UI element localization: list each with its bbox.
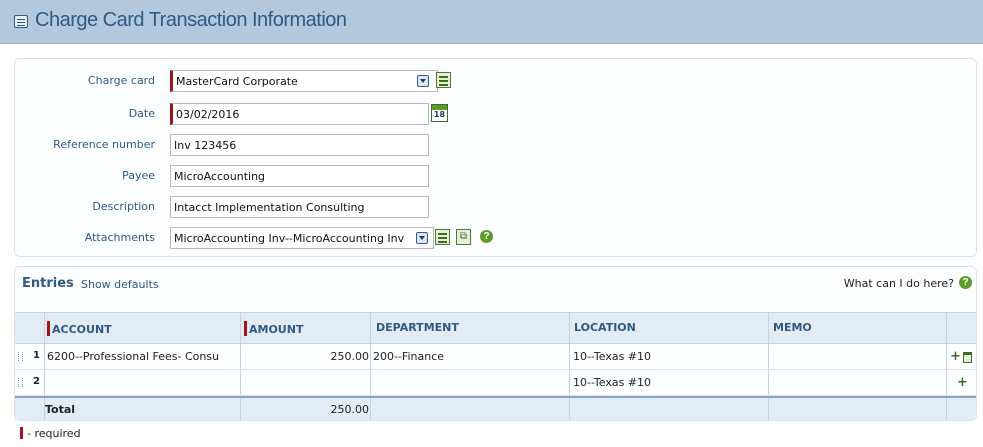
memo-cell[interactable] bbox=[769, 370, 947, 395]
chevron-down-icon[interactable] bbox=[417, 75, 429, 87]
total-row: Total 250.00 bbox=[15, 396, 976, 420]
memo-cell[interactable] bbox=[769, 344, 947, 369]
add-row-icon[interactable]: + bbox=[950, 350, 961, 363]
column-account: ACCOUNT bbox=[45, 313, 241, 343]
payee-input[interactable]: MicroAccounting bbox=[170, 165, 429, 187]
transaction-form: Charge card MasterCard Corporate Date 03… bbox=[14, 58, 977, 257]
entries-title: Entries bbox=[22, 276, 74, 291]
total-label: Total bbox=[45, 398, 241, 420]
column-location: LOCATION bbox=[570, 313, 769, 343]
description-label: Description bbox=[92, 200, 155, 213]
list-icon[interactable] bbox=[435, 229, 450, 245]
column-amount: AMOUNT bbox=[241, 313, 371, 343]
description-input[interactable]: Intacct Implementation Consulting bbox=[170, 196, 429, 218]
amount-cell[interactable] bbox=[241, 370, 371, 395]
add-row-icon[interactable]: + bbox=[957, 376, 968, 389]
reference-number-input[interactable]: Inv 123456 bbox=[170, 134, 429, 156]
payee-row: Payee MicroAccounting bbox=[15, 163, 975, 187]
required-legend: - required bbox=[20, 427, 81, 440]
table-row: 1 6200--Professional Fees- Consu 250.00 … bbox=[15, 344, 976, 370]
charge-card-row: Charge card MasterCard Corporate bbox=[15, 68, 975, 92]
drag-handle-icon[interactable] bbox=[18, 378, 23, 387]
date-label: Date bbox=[128, 107, 155, 120]
show-defaults-link[interactable]: Show defaults bbox=[81, 278, 159, 291]
reference-number-label: Reference number bbox=[53, 138, 155, 151]
date-row: Date 03/02/2016 18 bbox=[15, 101, 975, 125]
row-number: 2 bbox=[33, 376, 40, 387]
column-department: DEPARTMENT bbox=[371, 313, 570, 343]
account-cell[interactable]: 6200--Professional Fees- Consu bbox=[45, 344, 241, 369]
page-header: Charge Card Transaction Information bbox=[0, 0, 983, 44]
what-can-i-do-link[interactable]: What can I do here? bbox=[844, 277, 954, 290]
location-cell[interactable]: 10--Texas #10 bbox=[570, 370, 769, 395]
trash-icon[interactable] bbox=[963, 352, 972, 363]
grid-header: ACCOUNT AMOUNT DEPARTMENT LOCATION MEMO bbox=[15, 313, 976, 344]
table-row: 2 10--Texas #10 + bbox=[15, 370, 976, 396]
payee-label: Payee bbox=[122, 169, 155, 182]
page-title: Charge Card Transaction Information bbox=[35, 9, 347, 31]
attachments-label: Attachments bbox=[84, 231, 155, 244]
department-cell[interactable]: 200--Finance bbox=[371, 344, 570, 369]
location-cell[interactable]: 10--Texas #10 bbox=[570, 344, 769, 369]
amount-cell[interactable]: 250.00 bbox=[241, 344, 371, 369]
charge-card-select[interactable]: MasterCard Corporate bbox=[170, 70, 438, 92]
description-row: Description Intacct Implementation Consu… bbox=[15, 194, 975, 218]
charge-card-label: Charge card bbox=[87, 74, 155, 87]
help-icon[interactable]: ? bbox=[959, 276, 972, 289]
date-input[interactable]: 03/02/2016 bbox=[170, 103, 429, 125]
reference-row: Reference number Inv 123456 bbox=[15, 132, 975, 156]
list-icon[interactable] bbox=[436, 72, 451, 88]
column-memo: MEMO bbox=[769, 313, 947, 343]
required-marker-icon bbox=[20, 427, 23, 439]
chevron-down-icon[interactable] bbox=[416, 232, 428, 244]
calendar-day: 18 bbox=[433, 110, 446, 119]
collapse-icon[interactable] bbox=[14, 15, 28, 28]
calendar-icon[interactable]: 18 bbox=[431, 104, 448, 122]
help-icon[interactable]: ? bbox=[480, 230, 493, 243]
department-cell[interactable] bbox=[371, 370, 570, 395]
account-cell[interactable] bbox=[45, 370, 241, 395]
total-amount: 250.00 bbox=[241, 398, 371, 420]
drag-handle-icon[interactable] bbox=[18, 352, 23, 361]
entries-grid: ACCOUNT AMOUNT DEPARTMENT LOCATION MEMO … bbox=[15, 312, 976, 420]
row-number: 1 bbox=[33, 350, 40, 361]
paperclip-icon[interactable]: ⧉ bbox=[456, 229, 471, 245]
attachments-select[interactable]: MicroAccounting Inv--MicroAccounting Inv bbox=[170, 227, 434, 249]
entries-panel: Entries Show defaults What can I do here… bbox=[14, 266, 977, 421]
attachments-row: Attachments MicroAccounting Inv--MicroAc… bbox=[15, 225, 975, 249]
